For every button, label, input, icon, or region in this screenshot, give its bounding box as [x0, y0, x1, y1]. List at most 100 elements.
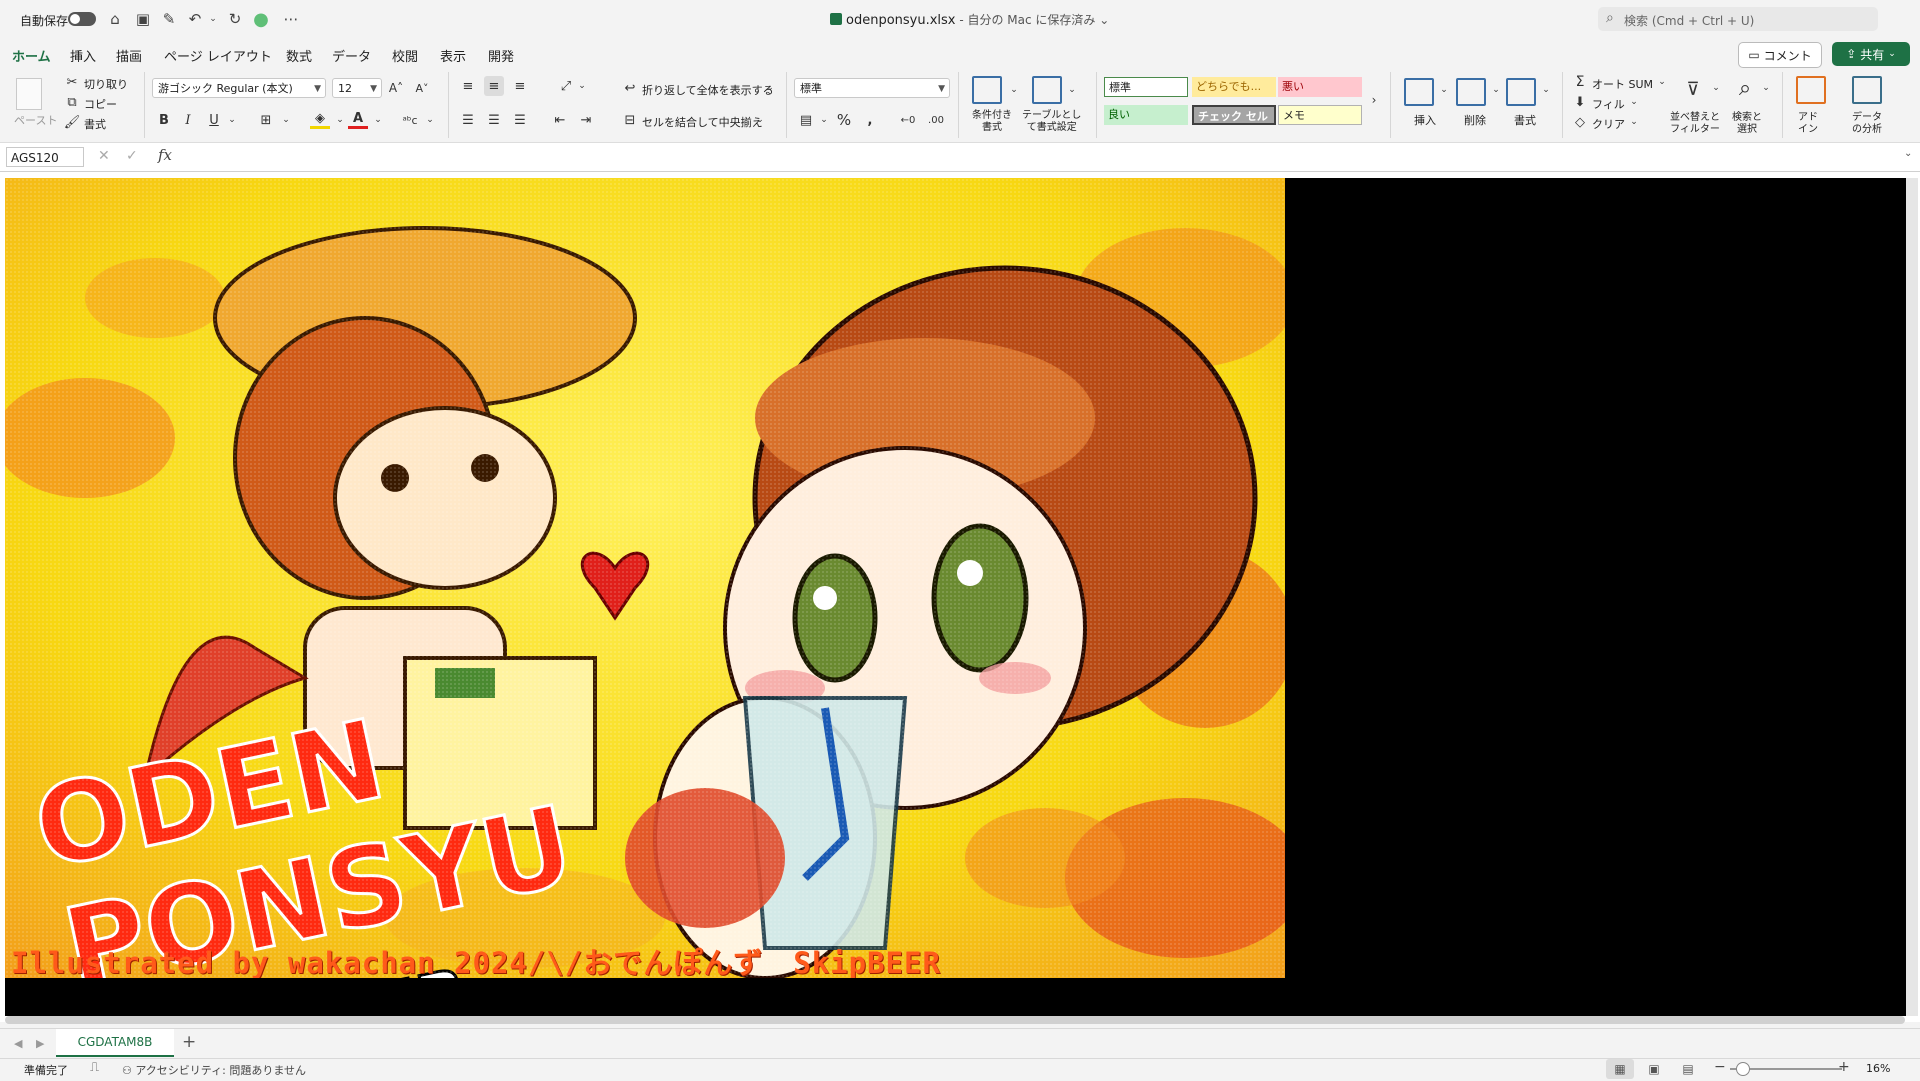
chevron-down-icon[interactable]: ⌄	[1004, 80, 1024, 100]
borders-icon[interactable]: ⊞	[256, 110, 276, 130]
style-normal[interactable]: 標準	[1104, 77, 1188, 97]
page-layout-view-icon[interactable]: ▣	[1640, 1059, 1668, 1079]
tab-home[interactable]: ホーム	[12, 46, 51, 71]
text-effects-icon[interactable]: ᵃᵇc	[400, 110, 420, 130]
addins-label[interactable]: アド イン	[1798, 112, 1818, 136]
sheet-tab-cgdatam8b[interactable]: CGDATAM8B	[56, 1029, 174, 1057]
autosum-label[interactable]: オート SUM	[1592, 76, 1653, 92]
edit-icon[interactable]: ✎	[160, 10, 178, 28]
cut-label[interactable]: 切り取り	[84, 76, 128, 92]
underline-button[interactable]: U	[204, 110, 224, 130]
chevron-down-icon[interactable]: ⌄	[1624, 112, 1644, 132]
decrease-indent-icon[interactable]: ⇤	[550, 110, 570, 130]
undo-icon[interactable]: ↶	[186, 10, 204, 28]
tab-review[interactable]: 校閲	[392, 46, 418, 65]
format-cells-label[interactable]: 書式	[1514, 112, 1536, 128]
style-neutral[interactable]: どちらでも...	[1192, 77, 1276, 97]
tab-data[interactable]: データ	[332, 46, 371, 65]
increase-font-icon[interactable]: A˄	[386, 78, 406, 98]
increase-decimal-icon[interactable]: ←0	[898, 110, 918, 130]
chevron-down-icon[interactable]: ⌄	[368, 110, 388, 130]
chevron-down-icon[interactable]: ⌄	[814, 110, 834, 130]
align-left-icon[interactable]: ☰	[458, 110, 478, 130]
comma-style-icon[interactable]: ,	[860, 110, 880, 130]
align-right-icon[interactable]: ☰	[510, 110, 530, 130]
align-top-icon[interactable]: ≡	[458, 76, 478, 96]
chevron-down-icon[interactable]: ⌄	[330, 110, 350, 130]
styles-more-icon[interactable]: ›	[1364, 90, 1384, 110]
align-middle-icon[interactable]: ≡	[484, 76, 504, 96]
page-break-view-icon[interactable]: ▤	[1674, 1059, 1702, 1079]
redo-icon[interactable]: ↻	[226, 10, 244, 28]
enter-formula-icon[interactable]: ✓	[126, 148, 138, 164]
align-center-icon[interactable]: ☰	[484, 110, 504, 130]
zoom-slider-thumb[interactable]	[1736, 1062, 1750, 1076]
autosave-toggle[interactable]	[68, 12, 96, 26]
chevron-down-icon[interactable]: ⌄	[1536, 80, 1556, 100]
chevron-down-icon[interactable]: ⌄	[1706, 78, 1726, 98]
decrease-decimal-icon[interactable]: .00	[926, 110, 946, 130]
zoom-in-button[interactable]: +	[1838, 1059, 1850, 1075]
wrap-text-label[interactable]: 折り返して全体を表示する	[642, 82, 774, 98]
add-sheet-button[interactable]: +	[182, 1032, 196, 1052]
normal-view-icon[interactable]: ▦	[1606, 1059, 1634, 1079]
home-icon[interactable]: ⌂	[106, 10, 124, 28]
tab-page-layout[interactable]: ページ レイアウト	[164, 46, 272, 65]
format-painter-label[interactable]: 書式	[84, 116, 106, 132]
bold-button[interactable]: B	[154, 110, 174, 130]
analyze-data-icon[interactable]	[1852, 76, 1882, 104]
insert-cells-label[interactable]: 挿入	[1414, 112, 1436, 128]
chevron-down-icon[interactable]: ⌄	[1624, 92, 1644, 112]
copy-label[interactable]: コピー	[84, 96, 117, 112]
find-select-label[interactable]: 検索と 選択	[1732, 112, 1762, 136]
table-format-label[interactable]: テーブルとし て書式設定	[1022, 110, 1081, 134]
undo-dropdown-icon[interactable]: ⌄	[204, 10, 222, 28]
clear-label[interactable]: クリア	[1592, 116, 1625, 132]
style-note[interactable]: メモ	[1278, 105, 1362, 125]
accessibility-status[interactable]: ⚇ アクセシビリティ: 問題ありません	[122, 1062, 306, 1078]
autosum-icon[interactable]: Σ	[1570, 72, 1590, 92]
chevron-down-icon[interactable]: ⌄	[1756, 78, 1776, 98]
conditional-format-label[interactable]: 条件付き 書式	[972, 110, 1012, 134]
cut-icon[interactable]: ✂	[62, 72, 82, 92]
horizontal-scrollbar[interactable]	[5, 1016, 1905, 1024]
tab-developer[interactable]: 開発	[488, 46, 514, 65]
fill-label[interactable]: フィル	[1592, 96, 1625, 112]
paste-label[interactable]: ペースト	[14, 112, 57, 128]
analyze-data-label[interactable]: データ の分析	[1852, 112, 1882, 136]
document-title[interactable]: odenponsyu.xlsx - 自分の Mac に保存済み ⌄	[830, 11, 1109, 28]
more-icon[interactable]: ⋯	[282, 10, 300, 28]
comment-button[interactable]: ▭ コメント	[1738, 42, 1822, 68]
merge-center-label[interactable]: セルを結合して中央揃え	[642, 114, 763, 130]
chevron-down-icon[interactable]: ⌄	[1652, 72, 1672, 92]
fill-color-icon[interactable]: ◈	[310, 110, 330, 129]
currency-icon[interactable]: ▤	[796, 110, 816, 130]
align-bottom-icon[interactable]: ≡	[510, 76, 530, 96]
style-good[interactable]: 良い	[1104, 105, 1188, 125]
save-icon[interactable]: ▣	[134, 10, 152, 28]
sync-status-icon[interactable]: ●	[252, 9, 270, 30]
percent-button[interactable]: %	[834, 110, 854, 130]
conditional-format-icon[interactable]	[972, 76, 1002, 104]
merge-center-icon[interactable]: ⊟	[620, 110, 640, 130]
style-check-cell[interactable]: チェック セル	[1192, 105, 1276, 125]
delete-cells-icon[interactable]	[1456, 78, 1486, 106]
chevron-down-icon[interactable]: ⌄	[1486, 80, 1506, 100]
tab-insert[interactable]: 挿入	[70, 46, 96, 65]
zoom-level[interactable]: 16%	[1866, 1062, 1890, 1075]
search-box[interactable]: ⌕ 検索 (Cmd + Ctrl + U)	[1598, 7, 1878, 31]
chevron-down-icon[interactable]: ⌄	[572, 76, 592, 96]
name-box[interactable]: AGS120	[6, 147, 84, 167]
wrap-text-icon[interactable]: ↩	[620, 78, 640, 98]
previous-sheet-icon[interactable]: ◀	[14, 1037, 22, 1050]
font-color-icon[interactable]: A	[348, 110, 368, 129]
tab-formulas[interactable]: 数式	[286, 46, 312, 65]
clear-icon[interactable]: ◇	[1570, 112, 1590, 132]
style-bad[interactable]: 悪い	[1278, 77, 1362, 97]
format-painter-icon[interactable]: 🖌	[62, 112, 82, 132]
insert-cells-icon[interactable]	[1404, 78, 1434, 106]
chevron-down-icon[interactable]: ⌄	[1062, 80, 1082, 100]
next-sheet-icon[interactable]: ▶	[36, 1037, 44, 1050]
chevron-down-icon[interactable]: ⌄	[760, 78, 780, 98]
increase-indent-icon[interactable]: ⇥	[576, 110, 596, 130]
